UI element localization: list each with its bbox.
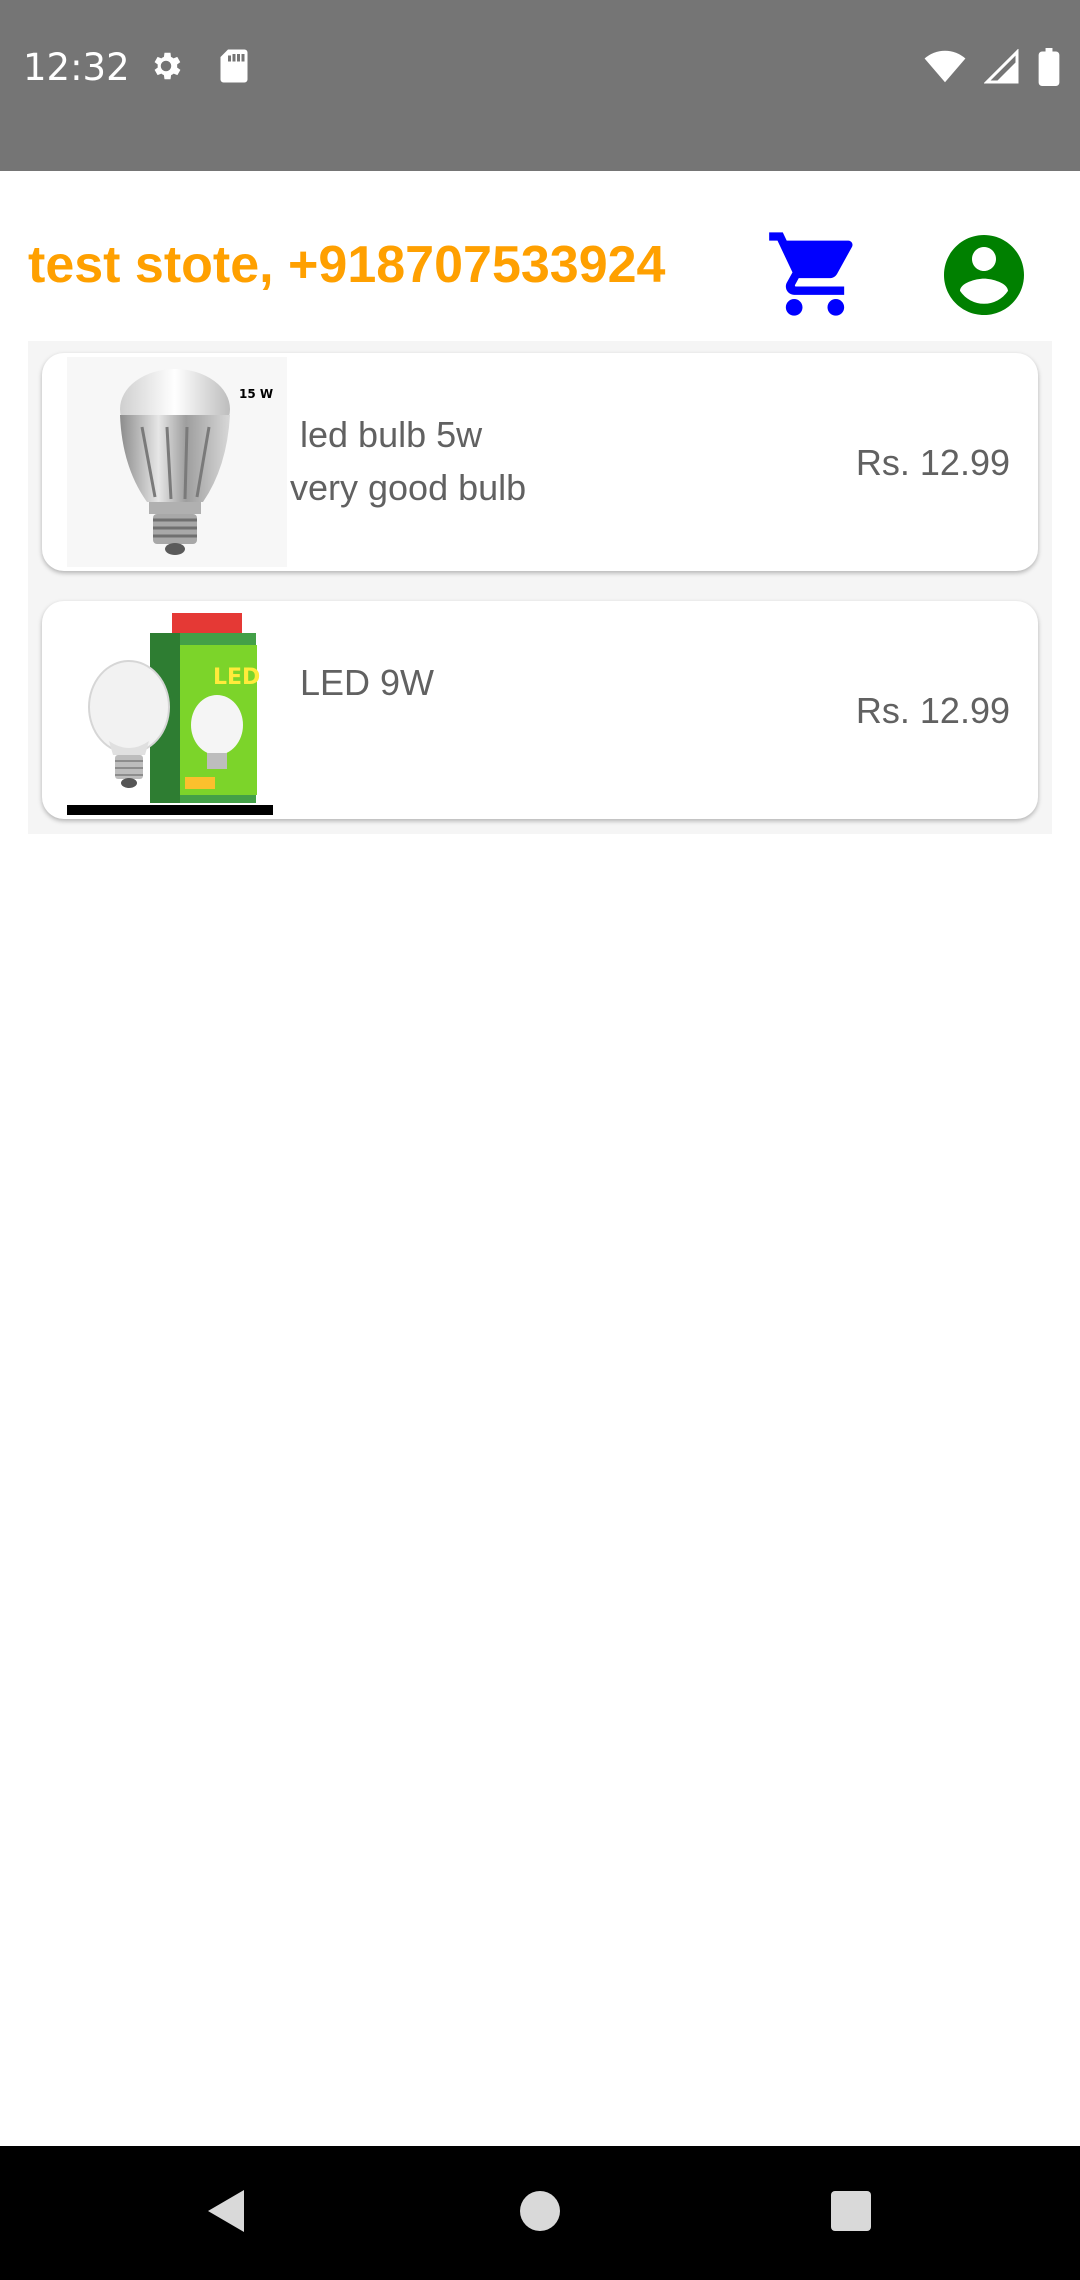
home-button[interactable] <box>495 2168 585 2258</box>
battery-icon <box>1038 48 1060 91</box>
cart-icon <box>765 224 865 329</box>
cart-button[interactable] <box>760 221 870 331</box>
image-label: 15 W <box>239 387 274 401</box>
cell-signal-icon <box>983 48 1020 90</box>
product-image: 15 W <box>67 357 287 567</box>
product-card-led-bulb-5w[interactable]: 15 W led bulb 5w very good bulb Rs. 12.9… <box>42 353 1038 571</box>
app-header: test stote, +918707533924 <box>0 171 1080 341</box>
product-price: Rs. 12.99 <box>855 690 1010 731</box>
store-title: test stote, +918707533924 <box>28 236 666 294</box>
status-bar: 12:32 <box>0 0 1080 171</box>
profile-button[interactable] <box>928 221 1040 333</box>
product-image: LED <box>67 605 287 815</box>
product-card-led-9w[interactable]: LED LED 9W Rs. 12.99 <box>42 601 1038 819</box>
home-icon <box>518 2189 562 2238</box>
back-icon <box>202 2186 248 2241</box>
back-button[interactable] <box>180 2168 270 2258</box>
recents-button[interactable] <box>806 2168 896 2258</box>
navigation-bar <box>0 2146 1080 2280</box>
image-label: LED <box>213 665 261 690</box>
product-list[interactable]: 15 W led bulb 5w very good bulb Rs. 12.9… <box>28 341 1052 834</box>
wifi-icon <box>924 50 966 89</box>
product-name: LED 9W <box>300 662 435 703</box>
gear-icon <box>148 48 184 89</box>
product-name: led bulb 5w <box>300 414 483 455</box>
sd-card-icon <box>218 48 250 89</box>
account-circle-icon <box>936 227 1032 328</box>
status-time: 12:32 <box>23 46 130 89</box>
product-price: Rs. 12.99 <box>855 442 1010 483</box>
product-description: very good bulb <box>290 467 527 508</box>
recents-icon <box>830 2190 872 2237</box>
